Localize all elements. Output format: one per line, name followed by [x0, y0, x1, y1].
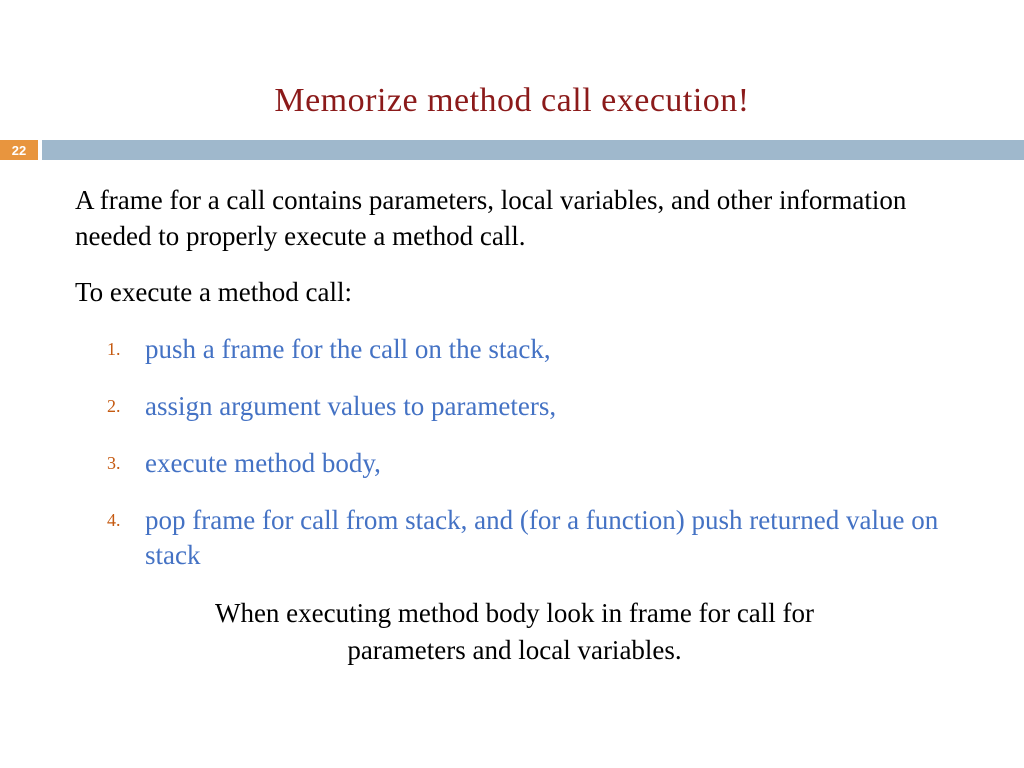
header-divider: 22 [0, 140, 1024, 160]
list-item: execute method body, [107, 446, 954, 481]
slide-title: Memorize method call execution! [0, 0, 1024, 140]
subhead-text: To execute a method call: [75, 277, 954, 308]
steps-list: push a frame for the call on the stack, … [75, 332, 954, 573]
divider-bar [42, 140, 1024, 160]
intro-paragraph: A frame for a call contains parameters, … [75, 182, 954, 255]
list-item: push a frame for the call on the stack, [107, 332, 954, 367]
page-number-badge: 22 [0, 140, 38, 160]
slide-content: A frame for a call contains parameters, … [0, 160, 1024, 668]
footer-note: When executing method body look in frame… [75, 595, 954, 668]
list-item: pop frame for call from stack, and (for … [107, 503, 954, 573]
list-item: assign argument values to parameters, [107, 389, 954, 424]
